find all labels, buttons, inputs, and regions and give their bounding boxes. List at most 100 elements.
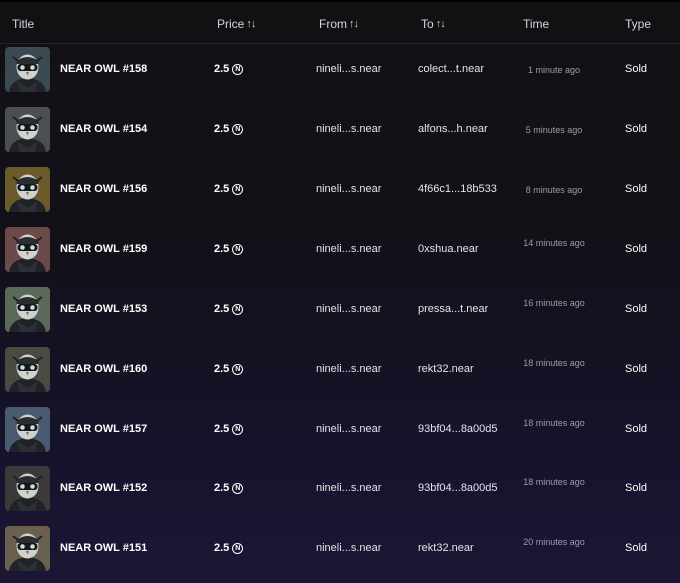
- sale-price: 2.5 N: [214, 363, 244, 375]
- near-icon: N: [232, 423, 244, 435]
- time-ago: 20 minutes ago: [523, 537, 585, 547]
- table-row[interactable]: NEAR OWL #157 2.5 N nineli...s.near 93bf04..…: [0, 400, 680, 460]
- table-row[interactable]: NEAR OWL #158 2.5 N nineli...s.near colect..…: [0, 40, 680, 100]
- sale-price: 2.5 N: [214, 423, 244, 435]
- nft-title[interactable]: NEAR OWL #156: [60, 183, 147, 195]
- to-account-link[interactable]: rekt32.near: [418, 542, 474, 554]
- near-icon: N: [232, 542, 244, 554]
- table-row[interactable]: NEAR OWL #159 2.5 N nineli...s.near 0xshua.n…: [0, 220, 680, 280]
- header-price-sort[interactable]: Price ↑↓: [217, 17, 256, 31]
- from-account-link[interactable]: nineli...s.near: [316, 183, 381, 195]
- to-account-link[interactable]: pressa...t.near: [418, 303, 488, 315]
- near-icon: N: [232, 363, 244, 375]
- header-from-sort[interactable]: From ↑↓: [319, 17, 359, 31]
- sale-price: 2.5 N: [214, 183, 244, 195]
- transaction-type: Sold: [625, 542, 648, 554]
- transaction-type: Sold: [625, 423, 648, 435]
- transaction-type: Sold: [625, 482, 648, 494]
- to-account-link[interactable]: 93bf04...8a00d5: [418, 482, 498, 494]
- nft-thumbnail[interactable]: [5, 347, 50, 392]
- from-account-link[interactable]: nineli...s.near: [316, 123, 381, 135]
- owl-avatar-image: [5, 347, 50, 392]
- table-row[interactable]: NEAR OWL #154 2.5 N nineli...s.near alfons..…: [0, 100, 680, 160]
- nft-thumbnail[interactable]: [5, 107, 50, 152]
- time-ago: 16 minutes ago: [523, 298, 585, 308]
- from-account-link[interactable]: nineli...s.near: [316, 303, 381, 315]
- sort-arrows-icon: ↑↓: [435, 18, 446, 30]
- near-icon: N: [232, 123, 244, 135]
- to-account-link[interactable]: rekt32.near: [418, 363, 474, 375]
- table-row[interactable]: NEAR OWL #153 2.5 N nineli...s.near pressa..…: [0, 280, 680, 340]
- owl-avatar-image: [5, 47, 50, 92]
- table-row[interactable]: NEAR OWL #152 2.5 N nineli...s.near 93bf04..…: [0, 459, 680, 519]
- sale-price: 2.5 N: [214, 303, 244, 315]
- nft-thumbnail[interactable]: [5, 167, 50, 212]
- nft-thumbnail[interactable]: [5, 466, 50, 511]
- time-ago: 1 minute ago: [527, 65, 581, 75]
- sort-arrows-icon: ↑↓: [349, 18, 359, 30]
- time-ago: 18 minutes ago: [523, 477, 585, 487]
- sale-price: 2.5 N: [214, 542, 244, 554]
- table-row[interactable]: NEAR OWL #156 2.5 N nineli...s.near 4f66c1..…: [0, 160, 680, 220]
- nft-title[interactable]: NEAR OWL #157: [60, 423, 147, 435]
- nft-title[interactable]: NEAR OWL #153: [60, 303, 147, 315]
- near-icon: N: [232, 183, 244, 195]
- time-ago: 18 minutes ago: [523, 418, 585, 428]
- transaction-type: Sold: [625, 123, 648, 135]
- transaction-type: Sold: [625, 243, 648, 255]
- near-icon: N: [232, 303, 244, 315]
- from-account-link[interactable]: nineli...s.near: [316, 482, 381, 494]
- sort-arrows-icon: ↑↓: [246, 18, 256, 30]
- owl-avatar-image: [5, 287, 50, 332]
- time-ago: 5 minutes ago: [525, 125, 583, 135]
- from-account-link[interactable]: nineli...s.near: [316, 243, 381, 255]
- transaction-type: Sold: [625, 303, 648, 315]
- table-row[interactable]: NEAR OWL #151 2.5 N nineli...s.near rekt32.n…: [0, 519, 680, 579]
- table-row[interactable]: NEAR OWL #160 2.5 N nineli...s.near rekt32.n…: [0, 340, 680, 400]
- to-account-link[interactable]: 0xshua.near: [418, 243, 479, 255]
- transaction-type: Sold: [625, 183, 648, 195]
- from-account-link[interactable]: nineli...s.near: [316, 423, 381, 435]
- header-title: Title: [12, 17, 35, 31]
- near-icon: N: [232, 63, 244, 75]
- header-time: Time: [523, 17, 550, 31]
- owl-avatar-image: [5, 526, 50, 571]
- to-account-link[interactable]: 4f66c1...18b533: [418, 183, 497, 195]
- owl-avatar-image: [5, 227, 50, 272]
- nft-title[interactable]: NEAR OWL #159: [60, 243, 147, 255]
- from-account-link[interactable]: nineli...s.near: [316, 542, 381, 554]
- from-account-link[interactable]: nineli...s.near: [316, 363, 381, 375]
- owl-avatar-image: [5, 466, 50, 511]
- time-ago: 8 minutes ago: [525, 185, 583, 195]
- table-header: Title Price ↑↓ From ↑↓ To ↑↓ Time Type: [0, 0, 680, 44]
- nft-title[interactable]: NEAR OWL #158: [60, 63, 147, 75]
- to-account-link[interactable]: colect...t.near: [418, 63, 484, 75]
- to-account-link[interactable]: alfons...h.near: [418, 123, 488, 135]
- header-type: Type: [625, 17, 652, 31]
- nft-title[interactable]: NEAR OWL #154: [60, 123, 147, 135]
- time-ago: 18 minutes ago: [523, 358, 585, 368]
- nft-title[interactable]: NEAR OWL #160: [60, 363, 147, 375]
- nft-thumbnail[interactable]: [5, 227, 50, 272]
- transaction-type: Sold: [625, 63, 648, 75]
- sale-price: 2.5 N: [214, 63, 244, 75]
- time-ago: 14 minutes ago: [523, 238, 585, 248]
- owl-avatar-image: [5, 407, 50, 452]
- sale-price: 2.5 N: [214, 482, 244, 494]
- near-icon: N: [232, 243, 244, 255]
- owl-avatar-image: [5, 167, 50, 212]
- sale-price: 2.5 N: [214, 243, 244, 255]
- nft-thumbnail[interactable]: [5, 526, 50, 571]
- nft-title[interactable]: NEAR OWL #151: [60, 542, 147, 554]
- nft-thumbnail[interactable]: [5, 407, 50, 452]
- nft-title[interactable]: NEAR OWL #152: [60, 482, 147, 494]
- nft-thumbnail[interactable]: [5, 47, 50, 92]
- header-to-sort[interactable]: To ↑↓: [421, 17, 446, 31]
- from-account-link[interactable]: nineli...s.near: [316, 63, 381, 75]
- owl-avatar-image: [5, 107, 50, 152]
- near-icon: N: [232, 482, 244, 494]
- to-account-link[interactable]: 93bf04...8a00d5: [418, 423, 498, 435]
- nft-thumbnail[interactable]: [5, 287, 50, 332]
- transaction-type: Sold: [625, 363, 648, 375]
- sale-price: 2.5 N: [214, 123, 244, 135]
